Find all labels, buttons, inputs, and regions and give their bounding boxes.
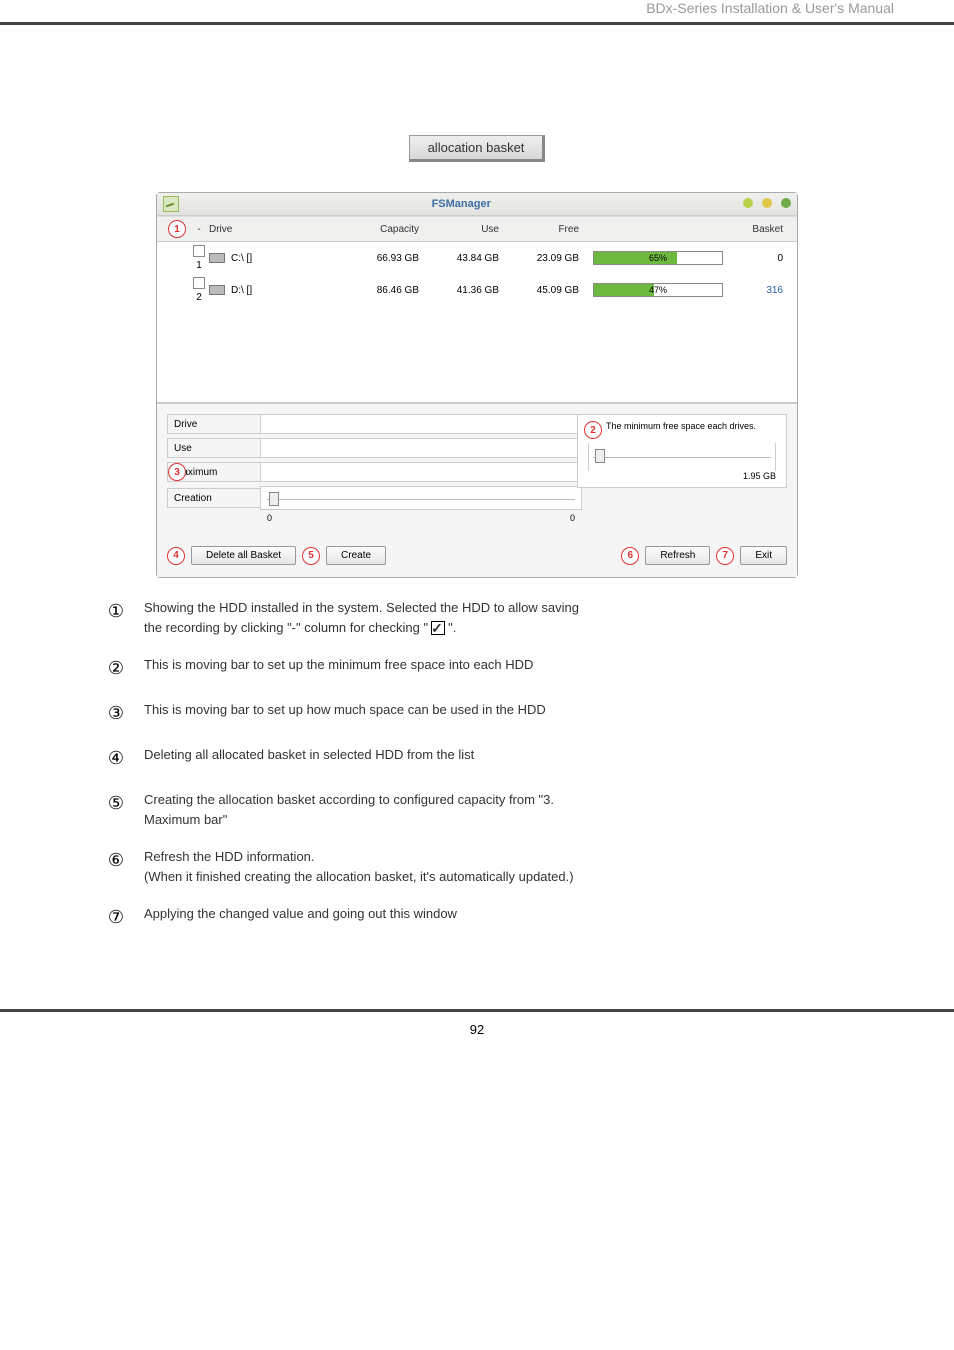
callout-5: 5	[302, 547, 320, 565]
allocation-basket-button[interactable]: allocation basket	[409, 135, 546, 162]
callout-2: 2	[584, 421, 602, 439]
usage-bar: 65%	[593, 251, 723, 265]
label-drive: Drive	[167, 414, 260, 434]
hdr-drive: Drive	[209, 224, 339, 235]
desc-item-7: ⑦ Applying the changed value and going o…	[104, 904, 864, 931]
page-number: 92	[470, 1022, 484, 1037]
hdr-free: Free	[499, 224, 579, 235]
drive-icon	[209, 253, 225, 263]
callout-1: 1	[168, 220, 186, 238]
drive-checkbox[interactable]	[193, 245, 205, 257]
page-footer: 92	[0, 1009, 954, 1037]
field-use	[260, 438, 582, 458]
hdr-use: Use	[419, 224, 499, 235]
desc-item-5: ⑤ Creating the allocation basket accordi…	[104, 790, 864, 829]
min-free-slider[interactable]	[588, 443, 776, 471]
desc-item-2: ② This is moving bar to set up the minim…	[104, 655, 864, 682]
delete-all-basket-button[interactable]: Delete all Basket	[191, 546, 296, 565]
minimize-icon[interactable]	[743, 198, 753, 208]
drive-checkbox[interactable]	[193, 277, 205, 289]
desc-item-6: ⑥ Refresh the HDD information. (When it …	[104, 847, 864, 886]
creation-max: 0	[570, 513, 575, 523]
page-body: allocation basket FSManager 1 - Drive Ca…	[0, 65, 954, 979]
table-row: 2D:\ []86.46 GB41.36 GB45.09 GB47%316	[157, 274, 797, 306]
hdr-capacity: Capacity	[339, 224, 419, 235]
desc-item-4: ④ Deleting all allocated basket in selec…	[104, 745, 864, 772]
callout-6: 6	[621, 547, 639, 565]
create-button[interactable]: Create	[326, 546, 386, 565]
label-creation: Creation	[167, 488, 260, 508]
drive-table-header: 1 - Drive Capacity Use Free Basket	[157, 216, 797, 242]
field-maximum	[260, 462, 582, 482]
refresh-button[interactable]: Refresh	[645, 546, 710, 565]
button-row: 4 Delete all Basket 5 Create 6 Refresh 7…	[157, 536, 797, 577]
drive-icon	[209, 285, 225, 295]
min-free-value: 1.95 GB	[584, 471, 776, 481]
field-drive[interactable]	[260, 414, 582, 434]
table-row: 1C:\ []66.93 GB43.84 GB23.09 GB65%0	[157, 242, 797, 274]
fsmanager-titlebar: FSManager	[157, 193, 797, 216]
callout-4: 4	[167, 547, 185, 565]
drive-table-body: 1C:\ []66.93 GB43.84 GB23.09 GB65%0 2D:\…	[157, 242, 797, 403]
label-use: Use	[167, 438, 260, 458]
callout-7: 7	[716, 547, 734, 565]
desc-item-1: ① Showing the HDD installed in the syste…	[104, 598, 864, 637]
page-header: BDx-Series Installation & User's Manual	[0, 0, 954, 25]
checkbox-icon	[431, 621, 445, 635]
creation-min: 0	[267, 513, 272, 523]
hdr-basket: Basket	[723, 224, 789, 235]
fsmanager-window: FSManager 1 - Drive Capacity Use Free Ba…	[156, 192, 798, 578]
usage-bar: 47%	[593, 283, 723, 297]
fsmanager-title: FSManager	[185, 198, 737, 210]
fsmanager-app-icon	[163, 196, 179, 212]
desc-item-3: ③ This is moving bar to set up how much …	[104, 700, 864, 727]
window-controls	[737, 198, 791, 211]
exit-button[interactable]: Exit	[740, 546, 787, 565]
close-icon[interactable]	[781, 198, 791, 208]
min-free-title: The minimum free space each drives.	[606, 421, 756, 431]
creation-slider[interactable]: 0 0	[260, 486, 582, 510]
description-list: ① Showing the HDD installed in the syste…	[104, 598, 864, 931]
maximize-icon[interactable]	[762, 198, 772, 208]
allocation-panel: Drive Use 3 Maximum Creation 0 0	[157, 403, 797, 536]
callout-3: 3	[168, 463, 186, 481]
min-free-panel: 2 The minimum free space each drives. 1.…	[577, 414, 787, 488]
